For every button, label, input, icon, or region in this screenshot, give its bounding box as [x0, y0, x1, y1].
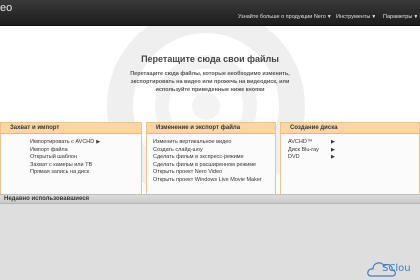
item-label: Создать слайд-шоу — [153, 146, 203, 153]
panel-item-list: Изменить вертикальное видео Создать слай… — [147, 134, 275, 185]
drop-zone-description: Перетащите сюда файлы, которые необходим… — [120, 70, 300, 95]
panel-capture-import: Захват и импорт Импортировать с AVCHD ▶ И… — [0, 122, 142, 197]
express-movie-item[interactable]: Сделать фильм в экспресс-режиме — [153, 154, 275, 162]
menu-options[interactable]: Параметры▼ — [383, 14, 418, 20]
item-label: Открыть проект Windows Live Movie Maker — [153, 176, 262, 183]
item-label: AVCHD™ — [288, 139, 313, 145]
corner-logo-text: SClou — [382, 263, 411, 274]
item-label: Открытый шаблон — [30, 154, 78, 161]
panel-item-list: Импортировать с AVCHD ▶ Импорт файла Откр… — [1, 134, 141, 177]
title-bar: eo Узнайте больше о продукции Nero▼ Инст… — [0, 0, 420, 26]
item-label: Диск Blu-ray — [288, 146, 319, 153]
item-label: Изменить вертикальное видео — [153, 139, 232, 145]
caret-down-icon: ▼ — [371, 14, 377, 20]
triangle-right-icon: ▶ — [331, 139, 335, 145]
drop-desc-line: экспортировать на видео или прожечь на в… — [130, 79, 290, 86]
drop-desc-line: Перетащите сюда файлы, которые необходим… — [130, 71, 290, 77]
dvd-disc-item[interactable]: DVD ▶ — [288, 154, 419, 162]
panel-edit-export: Изменение и экспорт файла Изменить верти… — [146, 122, 276, 197]
item-label: Сделать фильм в экспресс-режиме — [153, 154, 244, 161]
open-movie-maker-project-item[interactable]: Открыть проект Windows Live Movie Maker — [153, 177, 275, 185]
window-title: eo — [0, 2, 13, 14]
caret-down-icon: ▼ — [413, 14, 419, 20]
open-nero-video-project-item[interactable]: Открыть проект Nero Video — [153, 169, 275, 177]
menu-tools-label: Инструменты — [336, 14, 371, 20]
recent-section-header[interactable]: Недавно использовавшиеся — [0, 194, 420, 204]
recent-items-area — [0, 205, 420, 280]
capture-camera-tv-item[interactable]: Захват с камеры или ТВ — [30, 162, 141, 170]
menu-tools[interactable]: Инструменты▼ — [336, 14, 376, 20]
item-label: Захват с камеры или ТВ — [30, 161, 93, 168]
panel-title: Изменение и экспорт файла — [147, 123, 275, 134]
item-label: Сделать фильм в расширенном режиме — [153, 161, 257, 168]
avchd-disc-item[interactable]: AVCHD™ ▶ — [288, 139, 419, 147]
triangle-right-icon: ▶ — [96, 139, 101, 145]
direct-record-disc-item[interactable]: Прямая запись на диск — [30, 169, 141, 177]
item-label: Прямая запись на диск — [30, 169, 90, 176]
bluray-disc-item[interactable]: Диск Blu-ray ▶ — [288, 147, 419, 155]
create-slideshow-item[interactable]: Создать слайд-шоу — [153, 147, 275, 155]
open-template-item[interactable]: Открытый шаблон — [30, 154, 141, 162]
panel-create-disc: Создание диска AVCHD™ ▶ Диск Blu-ray ▶ DVD… — [280, 122, 420, 197]
triangle-right-icon: ▶ — [331, 146, 335, 153]
item-label: Открыть проект Nero Video — [153, 169, 223, 176]
item-label: DVD — [288, 154, 300, 161]
item-label: Импортировать с AVCHD — [30, 139, 95, 145]
menu-options-label: Параметры — [383, 14, 413, 20]
panel-title: Создание диска — [281, 123, 419, 134]
panel-item-list: AVCHD™ ▶ Диск Blu-ray ▶ DVD ▶ — [281, 134, 419, 162]
menu-learn-more-nero[interactable]: Узнайте больше о продукции Nero▼ — [238, 14, 332, 20]
drop-zone-title: Перетащите сюда свои файлы — [141, 54, 279, 64]
edit-vertical-video-item[interactable]: Изменить вертикальное видео — [153, 139, 275, 147]
menu-learn-more-label: Узнайте больше о продукции Nero — [238, 14, 326, 20]
triangle-right-icon: ▶ — [331, 154, 335, 161]
advanced-movie-item[interactable]: Сделать фильм в расширенном режиме — [153, 162, 275, 170]
item-label: Импорт файла — [30, 146, 68, 153]
drop-desc-line: используйте приведенные ниже кнопки — [155, 87, 265, 94]
panel-title: Захват и импорт — [1, 123, 141, 134]
caret-down-icon: ▼ — [326, 14, 332, 20]
drop-area[interactable]: Перетащите сюда свои файлы Перетащите сю… — [0, 26, 420, 197]
recent-label: Недавно использовавшиеся — [4, 196, 90, 202]
import-avchd-item[interactable]: Импортировать с AVCHD ▶ — [30, 139, 141, 147]
